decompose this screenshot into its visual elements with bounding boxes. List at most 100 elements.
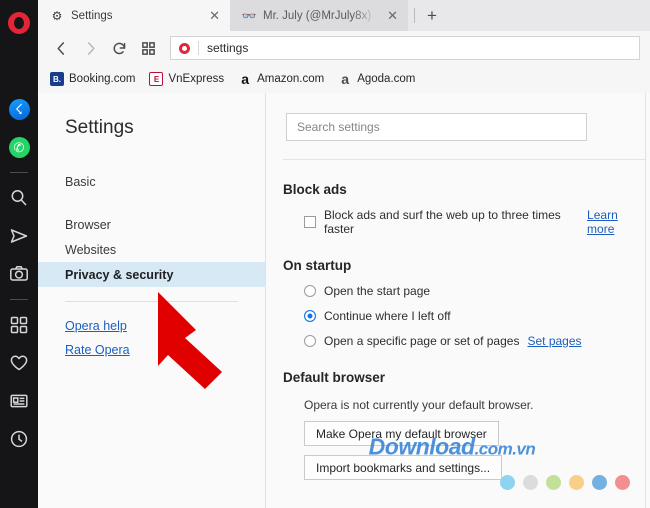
news-icon: [10, 394, 28, 408]
camera-icon: [10, 266, 28, 281]
rail-history[interactable]: [0, 420, 38, 458]
settings-sidebar: Settings Basic Browser Websites Privacy …: [38, 93, 265, 508]
block-ads-row[interactable]: Block ads and surf the web up to three t…: [283, 208, 645, 236]
block-ads-checkbox[interactable]: [304, 216, 316, 228]
block-ads-label: Block ads and surf the web up to three t…: [324, 208, 561, 236]
sidebar-group-top: Basic: [38, 169, 265, 194]
bookmark-vnexpress[interactable]: E VnExpress: [149, 72, 224, 86]
sidebar-item-websites[interactable]: Websites: [38, 237, 265, 262]
startup-option-label: Open a specific page or set of pages: [324, 334, 520, 348]
back-arrow-icon: [56, 41, 64, 55]
watermark-main: Download: [368, 433, 475, 460]
sidebar-item-label: Basic: [65, 174, 96, 189]
dot-3: [546, 475, 561, 490]
dot-6: [615, 475, 630, 490]
tab-divider: [414, 8, 415, 23]
forward-arrow-icon: [87, 41, 95, 55]
amazon-icon: a: [241, 71, 249, 87]
sidebar-links: Opera help Rate Opera: [38, 314, 265, 362]
section-title: Default browser: [283, 370, 386, 385]
search-settings-wrap: Search settings: [266, 113, 645, 141]
heart-icon: [10, 355, 28, 371]
owl-icon: 👓: [241, 8, 257, 23]
startup-option-specific-page[interactable]: Open a specific page or set of pages Set…: [283, 334, 645, 348]
section-title: Block ads: [283, 182, 347, 197]
agoda-icon: a: [341, 71, 350, 87]
page-title: Settings: [65, 117, 134, 138]
back-button[interactable]: [48, 35, 74, 61]
sidebar-item-browser[interactable]: Browser: [38, 212, 265, 237]
reload-icon: [113, 42, 125, 54]
sidebar-item-basic[interactable]: Basic: [38, 169, 265, 194]
block-ads-learn-more-link[interactable]: Learn more: [587, 208, 645, 236]
set-pages-link[interactable]: Set pages: [527, 334, 581, 348]
gear-icon: ⚙: [51, 8, 63, 23]
opera-logo-icon: [179, 42, 190, 54]
radio-continue-where-left-off[interactable]: [304, 310, 316, 322]
rail-messenger[interactable]: ☇: [0, 90, 38, 128]
rail-search[interactable]: [0, 179, 38, 217]
opera-settings-window: ☇ ✆ ⚙ Settings ✕ 👓 Mr. July (@MrJuly8x) …: [0, 0, 650, 508]
speed-dial-button[interactable]: [135, 35, 161, 61]
address-bar[interactable]: settings: [170, 36, 640, 60]
watermark-suffix: .com.vn: [474, 439, 536, 459]
tab-settings[interactable]: ⚙ Settings ✕: [38, 0, 230, 31]
tab-twitter[interactable]: 👓 Mr. July (@MrJuly8x) - Pro ✕: [230, 0, 408, 31]
radio-specific-page[interactable]: [304, 335, 316, 347]
section-title: On startup: [283, 258, 352, 273]
dot-4: [569, 475, 584, 490]
opera-logo-icon: [8, 12, 30, 34]
rail-separator-2: [10, 299, 28, 300]
reload-button[interactable]: [106, 35, 132, 61]
rail-whatsapp[interactable]: ✆: [0, 128, 38, 166]
rail-speed-dial[interactable]: [0, 306, 38, 344]
bookmark-booking[interactable]: B. Booking.com: [50, 72, 135, 86]
browser-chrome: ⚙ Settings ✕ 👓 Mr. July (@MrJuly8x) - Pr…: [38, 0, 650, 93]
section-block-ads: Block ads Block ads and surf the web up …: [266, 182, 645, 236]
bookmark-vnexpress-label: VnExpress: [168, 73, 225, 85]
radio-start-page[interactable]: [304, 285, 316, 297]
grid-icon: [10, 316, 28, 334]
whatsapp-icon: ✆: [8, 136, 30, 158]
tab-twitter-label: Mr. July (@MrJuly8x) - Pro: [263, 9, 379, 22]
messenger-icon: ☇: [8, 98, 30, 120]
clock-icon: [10, 430, 28, 448]
bookmarks-bar: B. Booking.com E VnExpress a Amazon.com …: [38, 65, 650, 93]
startup-option-start-page[interactable]: Open the start page: [283, 284, 645, 298]
link-rate-opera[interactable]: Rate Opera: [38, 338, 265, 362]
search-settings-input[interactable]: Search settings: [286, 113, 587, 141]
dot-2: [523, 475, 538, 490]
tab-twitter-close-icon[interactable]: ✕: [385, 9, 400, 22]
bookmark-booking-label: Booking.com: [69, 73, 136, 85]
rail-bookmarks[interactable]: [0, 344, 38, 382]
watermark: Download.com.vn: [369, 434, 536, 461]
watermark-dots: [500, 475, 630, 490]
bookmark-agoda-label: Agoda.com: [357, 73, 416, 85]
rail-send[interactable]: [0, 217, 38, 255]
forward-button[interactable]: [77, 35, 103, 61]
rail-snapshot[interactable]: [0, 255, 38, 293]
bookmark-agoda[interactable]: a Agoda.com: [338, 71, 416, 87]
booking-icon: B.: [50, 72, 64, 86]
bookmark-amazon-label: Amazon.com: [257, 73, 325, 85]
section-on-startup: On startup Open the start page Continue …: [266, 258, 645, 348]
rail-opera-logo[interactable]: [0, 4, 38, 42]
navigation-bar: settings: [38, 31, 650, 65]
sidebar-item-privacy-security[interactable]: Privacy & security: [38, 262, 265, 287]
content-right-divider: [645, 93, 646, 508]
link-opera-help[interactable]: Opera help: [38, 314, 265, 338]
startup-option-continue[interactable]: Continue where I left off: [283, 309, 645, 323]
tab-settings-close-icon[interactable]: ✕: [207, 9, 222, 22]
tab-strip: ⚙ Settings ✕ 👓 Mr. July (@MrJuly8x) - Pr…: [38, 0, 650, 31]
address-input[interactable]: settings: [207, 41, 248, 55]
sidebar-item-label: Browser: [65, 217, 111, 232]
opera-sidebar-rail: ☇ ✆: [0, 0, 38, 508]
rail-news[interactable]: [0, 382, 38, 420]
startup-option-label: Continue where I left off: [324, 309, 451, 323]
bookmark-amazon[interactable]: a Amazon.com: [238, 71, 325, 87]
settings-page: Settings Basic Browser Websites Privacy …: [38, 93, 650, 508]
section-default-browser: Default browser Opera is not currently y…: [266, 370, 645, 480]
new-tab-button[interactable]: +: [421, 7, 443, 24]
send-icon: [10, 229, 28, 243]
default-browser-note: Opera is not currently your default brow…: [304, 398, 534, 412]
